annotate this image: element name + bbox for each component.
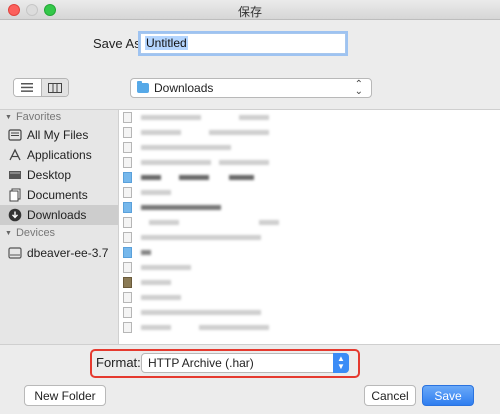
file-row[interactable] <box>119 215 500 230</box>
desktop-icon <box>8 168 22 182</box>
updown-arrows-icon: ▲ ▼ <box>333 353 349 373</box>
format-value: HTTP Archive (.har) <box>148 356 254 370</box>
file-icon <box>123 217 132 228</box>
folder-icon <box>123 202 132 213</box>
sidebar-item-documents[interactable]: Documents <box>8 185 118 205</box>
file-row[interactable] <box>119 170 500 185</box>
footer: Format: HTTP Archive (.har) ▲ ▼ New Folde… <box>0 344 500 414</box>
file-row[interactable] <box>119 110 500 125</box>
file-row[interactable] <box>119 305 500 320</box>
file-row[interactable] <box>119 245 500 260</box>
file-row[interactable] <box>119 185 500 200</box>
save-as-label: Save As: <box>93 36 145 51</box>
file-icon <box>123 142 132 153</box>
file-icon <box>123 232 132 243</box>
file-row[interactable] <box>119 320 500 335</box>
location-label: Downloads <box>154 81 214 95</box>
file-icon <box>123 292 132 303</box>
favorites-header[interactable]: ▼ Favorites <box>5 111 61 123</box>
file-icon <box>123 127 132 138</box>
file-row[interactable] <box>119 260 500 275</box>
format-select[interactable]: HTTP Archive (.har) ▲ ▼ <box>141 353 349 373</box>
window-title: 保存 <box>237 5 262 19</box>
file-icon <box>123 157 132 168</box>
column-view-icon[interactable] <box>41 79 68 96</box>
updown-arrows-icon: ⌃ ⌄ <box>354 79 363 97</box>
sidebar-item-label: Applications <box>27 148 92 162</box>
location-popup[interactable]: Downloads ⌃ ⌄ <box>130 78 372 98</box>
sidebar-item-desktop[interactable]: Desktop <box>8 165 118 185</box>
folder-icon <box>123 172 132 183</box>
disk-icon <box>8 246 22 260</box>
file-row[interactable] <box>119 230 500 245</box>
file-row[interactable] <box>119 140 500 155</box>
view-mode-toggle[interactable] <box>13 78 69 97</box>
file-row[interactable] <box>119 290 500 305</box>
file-icon <box>123 187 132 198</box>
all-files-icon <box>8 128 22 142</box>
sidebar-item-label: Downloads <box>27 208 87 222</box>
disclosure-triangle-icon: ▼ <box>5 113 12 121</box>
file-icon <box>123 112 132 123</box>
sidebar: ▼ Favorites All My Files Applications De… <box>0 110 118 344</box>
sidebar-item-label: All My Files <box>27 128 89 142</box>
devices-header[interactable]: ▼ Devices <box>5 227 55 239</box>
sidebar-item-all-my-files[interactable]: All My Files <box>8 125 118 145</box>
cancel-button[interactable]: Cancel <box>364 385 416 406</box>
list-view-icon[interactable] <box>14 79 42 96</box>
folder-icon <box>123 247 132 258</box>
sidebar-item-label: Documents <box>27 188 88 202</box>
documents-icon <box>8 188 22 202</box>
file-icon <box>123 322 132 333</box>
toolbar: Downloads ⌃ ⌄ <box>0 64 500 110</box>
sidebar-item-dbeaver[interactable]: dbeaver-ee-3.7 <box>8 243 118 263</box>
devices-header-label: Devices <box>15 227 56 239</box>
folder-icon <box>137 81 149 93</box>
sidebar-item-applications[interactable]: Applications <box>8 145 118 165</box>
favorites-header-label: Favorites <box>15 111 62 123</box>
applications-icon <box>8 148 22 162</box>
save-as-value: Untitled <box>145 36 188 50</box>
disclosure-triangle-icon: ▼ <box>5 229 12 237</box>
sidebar-item-label: Desktop <box>27 168 72 182</box>
file-icon <box>123 277 132 288</box>
file-row[interactable] <box>119 125 500 140</box>
file-row[interactable] <box>119 200 500 215</box>
save-as-input[interactable]: Untitled <box>140 33 346 54</box>
file-icon <box>123 262 132 273</box>
sidebar-item-downloads[interactable]: Downloads <box>0 205 118 225</box>
file-row[interactable] <box>119 155 500 170</box>
title-bar: 保存 <box>0 0 500 20</box>
sidebar-item-label: dbeaver-ee-3.7 <box>27 246 109 260</box>
new-folder-button[interactable]: New Folder <box>24 385 106 406</box>
save-button[interactable]: Save <box>422 385 474 406</box>
format-label: Format: <box>96 355 141 370</box>
save-as-bar: Save As: Untitled <box>0 20 500 64</box>
file-browser[interactable] <box>118 110 500 344</box>
file-row[interactable] <box>119 275 500 290</box>
downloads-icon <box>8 208 22 222</box>
file-icon <box>123 307 132 318</box>
